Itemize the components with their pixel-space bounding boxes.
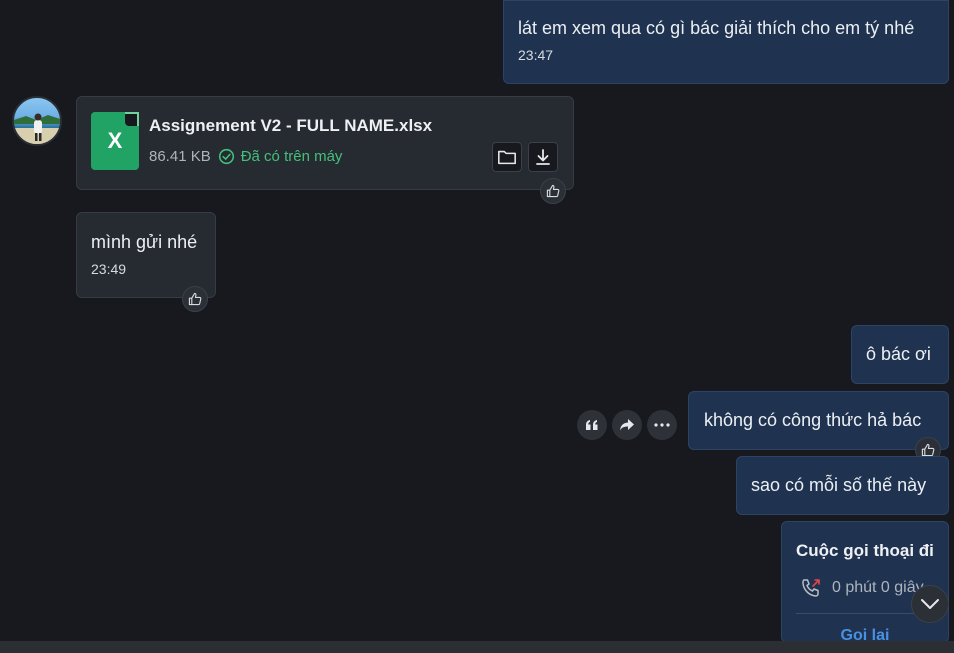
excel-file-icon-letter: X: [107, 128, 123, 153]
avatar-photo: [14, 113, 60, 144]
message-text: sao có mỗi số thế này: [751, 475, 927, 495]
message-bubble-outgoing[interactable]: không có công thức hả bác: [688, 391, 949, 450]
react-button[interactable]: [540, 178, 566, 204]
more-options-button[interactable]: [647, 410, 677, 440]
react-button[interactable]: [182, 286, 208, 312]
excel-file-icon: X: [91, 112, 139, 170]
folder-icon: [498, 150, 516, 165]
avatar[interactable]: [12, 96, 62, 146]
file-meta: 86.41 KB Đã có trên máy: [149, 148, 342, 165]
more-icon: [654, 423, 670, 427]
bottom-bar: [0, 641, 954, 653]
open-folder-button[interactable]: [492, 142, 522, 172]
call-info: 0 phút 0 giây: [800, 577, 924, 599]
message-time: 23:47: [518, 47, 554, 63]
call-card[interactable]: Cuộc gọi thoại đi 0 phút 0 giây Gọi lại: [781, 521, 949, 643]
quote-reply-button[interactable]: [577, 410, 607, 440]
phone-icon: [800, 577, 822, 599]
forward-button[interactable]: [612, 410, 642, 440]
scroll-to-bottom-button[interactable]: [911, 585, 949, 623]
quote-icon: [586, 420, 598, 430]
message-text: không có công thức hả bác: [704, 410, 922, 430]
check-circle-icon: [218, 148, 235, 165]
file-message[interactable]: X Assignement V2 - FULL NAME.xlsx 86.41 …: [76, 96, 574, 190]
forward-icon: [620, 419, 634, 431]
file-status: Đã có trên máy: [240, 148, 343, 165]
message-text: lát em xem qua có gì bác giải thích cho …: [518, 18, 915, 38]
message-bubble-outgoing[interactable]: sao có mỗi số thế này: [736, 456, 949, 515]
message-bubble-outgoing[interactable]: ô bác ơi: [851, 325, 949, 384]
call-title: Cuộc gọi thoại đi: [796, 541, 934, 560]
message-text: mình gửi nhé: [91, 232, 198, 252]
file-size: 86.41 KB: [149, 148, 211, 165]
download-icon: [536, 149, 550, 165]
thumbs-up-icon: [188, 292, 202, 306]
message-text: ô bác ơi: [866, 344, 931, 364]
message-time: 23:49: [91, 261, 127, 277]
call-duration: 0 phút 0 giây: [832, 579, 924, 596]
download-button[interactable]: [528, 142, 558, 172]
thumbs-up-icon: [546, 184, 560, 198]
message-bubble-outgoing[interactable]: lát em xem qua có gì bác giải thích cho …: [503, 0, 949, 84]
file-name[interactable]: Assignement V2 - FULL NAME.xlsx: [149, 116, 432, 136]
chevron-down-icon: [921, 599, 939, 609]
